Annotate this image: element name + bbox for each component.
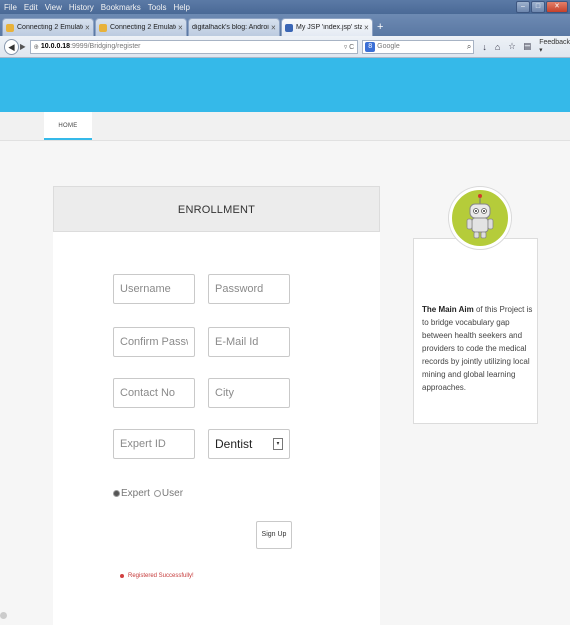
about-text-bold: The Main Aim [422,305,474,314]
email-input[interactable] [208,327,290,357]
tab-close-icon[interactable]: ✕ [271,24,276,32]
google-icon: 8 [365,41,376,52]
header-band [0,90,570,112]
page-icon [285,23,293,32]
user-radio[interactable] [153,490,161,497]
robot-mascot-icon [449,187,511,249]
menu-tools[interactable]: Tools [148,3,167,12]
browser-tab-4-active[interactable]: My JSP 'index.jsp' starting ... ✕ [281,18,373,36]
reload-icon[interactable]: ▿ C [344,43,354,51]
folder-icon [99,23,107,32]
navigation-bar: ◀ ▶ ⊕ 10.0.0.18 :9999/Bridging/register … [0,36,570,58]
success-message: Registered Successfully! [120,573,194,579]
new-tab-button[interactable]: + [377,18,383,36]
feedback-button[interactable]: Feedback ▾ [539,39,570,54]
contact-input[interactable] [113,378,195,408]
tab-title: digitalhack's blog: Android Ea... [192,24,269,31]
download-icon[interactable]: ↓ [482,42,487,52]
clipboard-icon[interactable]: ▤ [524,41,532,52]
enrollment-title: ENROLLMENT [53,186,380,232]
minimize-button[interactable]: – [516,1,530,13]
user-radio-label[interactable]: User [162,488,183,499]
browser-tab-2[interactable]: Connecting 2 Emulator ins... ✕ [95,18,187,36]
expert-radio-label[interactable]: Expert [121,488,150,499]
success-text: Registered Successfully! [128,573,194,579]
tab-title: My JSP 'index.jsp' starting ... [296,24,362,31]
globe-icon: ⊕ [33,43,39,51]
specialty-selected: Dentist [215,437,253,451]
password-input[interactable] [208,274,290,304]
search-icon[interactable]: ⌕ [467,42,471,52]
tab-bar: Connecting 2 Emulator ins... ✕ Connectin… [0,14,570,36]
robot-mascot-image [466,194,494,239]
city-input[interactable] [208,378,290,408]
browser-tab-3[interactable]: digitalhack's blog: Android Ea... ✕ [188,18,280,36]
url-host: 10.0.0.18 [40,43,71,50]
tab-close-icon[interactable]: ✕ [85,24,90,32]
url-path: :9999/Bridging/register [70,43,141,50]
close-window-button[interactable]: ✕ [546,1,568,13]
expert-id-input[interactable] [113,429,195,459]
window-controls: – □ ✕ [516,1,568,13]
browser-tab-1[interactable]: Connecting 2 Emulator ins... ✕ [2,18,94,36]
confirm-password-input[interactable] [113,327,195,357]
menu-view[interactable]: View [45,3,62,12]
username-input[interactable] [113,274,195,304]
menu-list: File Edit View History Bookmarks Tools H… [0,3,197,12]
folder-icon [6,23,14,32]
back-arrow-icon[interactable]: ◀ [4,38,20,55]
bullet-icon [120,574,124,578]
tab-close-icon[interactable]: ✕ [364,24,369,32]
maximize-button[interactable]: □ [531,1,545,13]
corner-dot [0,612,7,619]
toolbar-icons: ↓ ⌂ ☆ ▤ Feedback ▾ [482,39,570,54]
expert-radio[interactable] [113,490,120,497]
forward-arrow-icon[interactable]: ▶ [20,42,26,51]
menu-history[interactable]: History [69,3,94,12]
home-icon[interactable]: ⌂ [495,42,500,52]
about-text: The Main Aim of this Project is to bridg… [422,303,534,394]
signup-button[interactable]: Sign Up [256,521,292,549]
menu-bar: File Edit View History Bookmarks Tools H… [0,0,570,14]
about-text-body: of this Project is to bridge vocabulary … [422,305,533,392]
tab-title: Connecting 2 Emulator ins... [17,24,83,31]
specialty-select[interactable]: Dentist ▾ [208,429,290,459]
bookmark-star-icon[interactable]: ☆ [508,41,515,52]
dropdown-arrow-icon[interactable]: ▾ [273,438,283,450]
menu-bookmarks[interactable]: Bookmarks [101,3,141,12]
role-radio-group: Expert User [113,488,187,499]
menu-edit[interactable]: Edit [24,3,38,12]
tab-close-icon[interactable]: ✕ [178,24,183,32]
search-bar[interactable]: 8 Google ⌕ [362,39,475,54]
menu-file[interactable]: File [4,3,17,12]
menu-help[interactable]: Help [173,3,189,12]
url-bar[interactable]: ⊕ 10.0.0.18 :9999/Bridging/register ▿ C [29,39,359,54]
page-top-banner [0,58,570,90]
nav-home-link[interactable]: HOME [44,112,92,140]
search-engine-label: Google [377,43,400,50]
tab-title: Connecting 2 Emulator ins... [110,24,176,31]
